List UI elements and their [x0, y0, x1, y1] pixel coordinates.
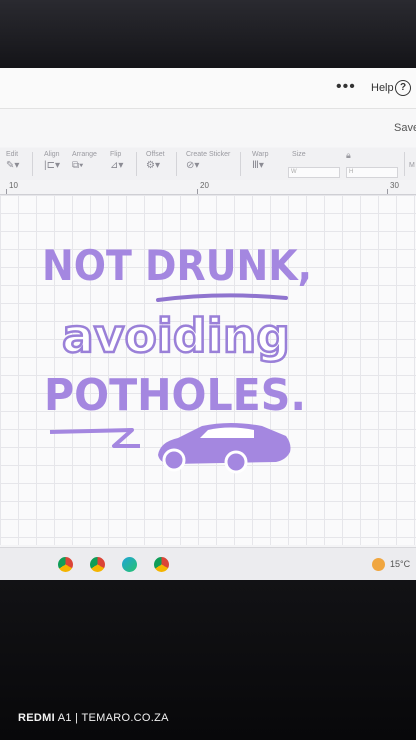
tool-create-sticker[interactable]: Create Sticker ⊘▾ [186, 151, 230, 171]
ruler-mark: 30 [390, 181, 399, 190]
tool-warp-label: Warp [252, 151, 269, 158]
tool-align[interactable]: Align |⊏▾ [44, 151, 60, 171]
watermark-separator: | [75, 712, 79, 724]
weather-icon[interactable] [372, 558, 385, 571]
flip-icon: ⊿▾ [110, 160, 124, 171]
tool-sticker-label: Create Sticker [186, 151, 231, 158]
taskbar: 15°C [0, 547, 416, 580]
toolbar-divider [240, 152, 241, 176]
ruler-tick [6, 189, 7, 194]
toolbar-divider [32, 152, 33, 176]
ruler-tick [197, 189, 198, 194]
ruler-mark: 10 [9, 181, 18, 190]
toolbar-divider [136, 152, 137, 176]
toolbar-overflow-label: M [409, 162, 415, 169]
ruler-tick [387, 189, 388, 194]
arrange-icon: ⧉▾ [72, 160, 84, 171]
warp-icon: Ⅲ▾ [252, 160, 264, 171]
tool-size-label: Size [292, 151, 306, 158]
watermark-model: A1 [57, 712, 72, 724]
ruler-mark: 20 [200, 181, 209, 190]
width-field-label: W [291, 169, 297, 175]
help-label[interactable]: Help [371, 82, 394, 94]
help-icon[interactable]: ? [395, 80, 411, 96]
speed-lines [49, 428, 140, 448]
sticker-icon: ⊘▾ [186, 160, 200, 171]
lock-icon[interactable]: 🔒︎ [346, 150, 351, 161]
project-bar: Save [0, 109, 416, 147]
more-menu-icon[interactable]: ••• [336, 78, 356, 96]
chrome-icon[interactable] [90, 557, 105, 572]
tool-align-label: Align [44, 151, 60, 158]
artwork-line-2: avoiding [62, 309, 290, 363]
tool-flip-label: Flip [110, 151, 122, 158]
tool-offset[interactable]: Offset ⚙▾ [146, 151, 165, 171]
horizontal-ruler: 10 20 30 [0, 180, 416, 195]
toolbar-divider [404, 152, 405, 176]
tool-size[interactable]: Size [292, 151, 306, 158]
edit-toolbar: Edit ✎▾ Align |⊏▾ Arrange ⧉▾ Flip ⊿▾ Off… [0, 148, 416, 181]
offset-icon: ⚙▾ [146, 160, 160, 171]
pencil-icon: ✎▾ [6, 160, 20, 171]
tool-flip[interactable]: Flip ⊿▾ [110, 151, 123, 171]
watermark-brand: REDMI [18, 712, 55, 724]
artwork-line-1: NOT DRUNK, [42, 241, 312, 290]
top-bar: ••• Help ? [0, 68, 416, 109]
underline-swoosh [156, 293, 288, 302]
camera-watermark: REDMI A1 | TEMARO.CO.ZA [18, 712, 169, 724]
tool-edit[interactable]: Edit ✎▾ [6, 151, 19, 171]
tool-arrange-label: Arrange [72, 151, 97, 158]
temperature-label: 15°C [390, 559, 411, 569]
tool-arrange[interactable]: Arrange ⧉▾ [72, 151, 97, 171]
tool-edit-label: Edit [6, 151, 19, 158]
tool-offset-label: Offset [146, 151, 165, 158]
chrome-icon[interactable] [154, 557, 169, 572]
tool-warp[interactable]: Warp Ⅲ▾ [252, 151, 268, 171]
save-button[interactable]: Save [394, 122, 416, 134]
toolbar-divider [176, 152, 177, 176]
height-field-label: H [349, 169, 354, 175]
car-icon [158, 423, 291, 474]
align-icon: |⊏▾ [44, 160, 60, 171]
width-field[interactable]: W [288, 167, 340, 178]
chrome-icon[interactable] [58, 557, 73, 572]
design-artwork[interactable]: NOT DRUNK, avoiding POTHOLES. [40, 240, 320, 540]
edge-icon[interactable] [122, 557, 137, 572]
height-field[interactable]: H [346, 167, 398, 178]
monitor-bezel-top [0, 0, 416, 68]
artwork-line-3: POTHOLES. [44, 370, 306, 421]
watermark-site: TEMARO.CO.ZA [81, 712, 169, 724]
